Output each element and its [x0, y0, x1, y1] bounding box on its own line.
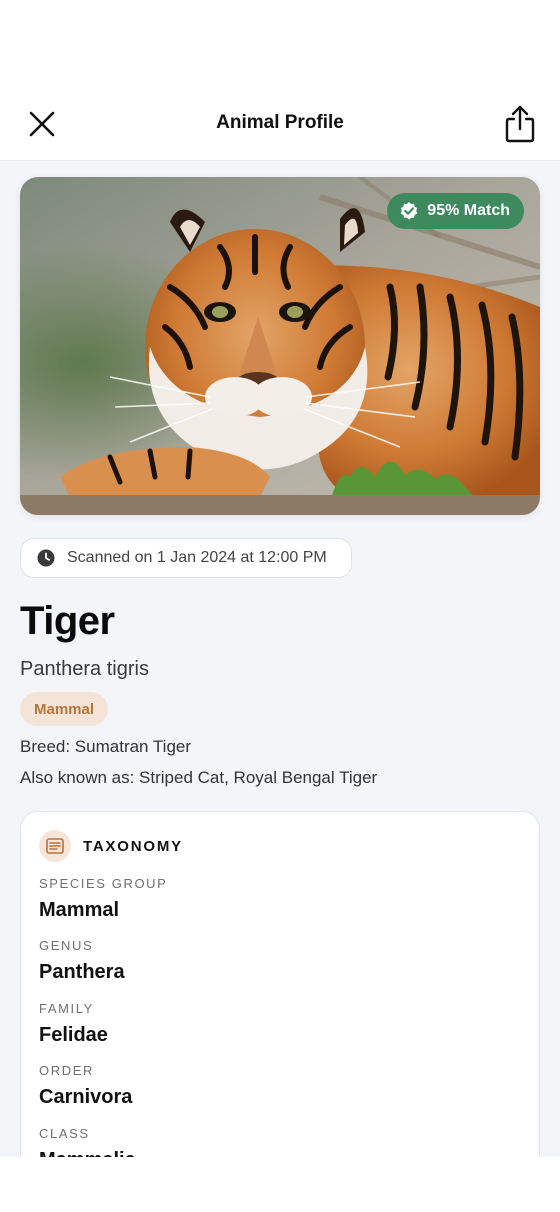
clock-icon — [37, 549, 55, 567]
taxonomy-label: FAMILY — [39, 1001, 94, 1016]
scientific-name: Panthera tigris — [20, 658, 149, 680]
taxonomy-value: Mammal — [39, 899, 120, 921]
taxonomy-card: TAXONOMY SPECIES GROUP Mammal GENUS Pant… — [20, 811, 540, 1157]
taxonomy-value: Panthera — [39, 961, 125, 983]
scan-timestamp: Scanned on 1 Jan 2024 at 12:00 PM — [20, 538, 352, 578]
page-title: Animal Profile — [216, 112, 344, 133]
match-text: 95% Match — [427, 202, 510, 219]
taxonomy-header: TAXONOMY — [39, 830, 183, 862]
share-button[interactable] — [500, 102, 540, 146]
taxonomy-label: GENUS — [39, 938, 94, 953]
also-known-as-text: Also known as: Striped Cat, Royal Bengal… — [20, 768, 378, 787]
taxonomy-value: Mammalia — [39, 1149, 136, 1157]
taxonomy-row-family: FAMILY Felidae — [39, 1001, 108, 1047]
taxonomy-row-order: ORDER Carnivora — [39, 1063, 132, 1109]
document-list-icon — [39, 830, 71, 862]
profile-content[interactable]: 95% Match Scanned on 1 Jan 2024 at 12:00… — [0, 161, 560, 1157]
taxonomy-label: SPECIES GROUP — [39, 876, 168, 891]
taxonomy-title: TAXONOMY — [83, 837, 183, 855]
match-badge: 95% Match — [387, 193, 524, 229]
taxonomy-row-class: CLASS Mammalia — [39, 1126, 136, 1157]
class-chip: Mammal — [20, 692, 109, 726]
share-icon — [505, 105, 535, 143]
animal-profile-screen: Animal Profile 95% Match Scanned on 1 Ja… — [0, 0, 560, 1212]
animal-name: Tiger — [20, 599, 115, 643]
taxonomy-row-species-group: SPECIES GROUP Mammal — [39, 876, 167, 922]
scan-text: Scanned on 1 Jan 2024 at 12:00 PM — [67, 549, 327, 566]
taxonomy-value: Felidae — [39, 1024, 108, 1046]
bottom-safe-area — [0, 1157, 560, 1212]
taxonomy-label: CLASS — [39, 1126, 90, 1141]
top-bar: Animal Profile — [0, 0, 560, 161]
breed-text: Breed: Sumatran Tiger — [20, 737, 192, 756]
taxonomy-value: Carnivora — [39, 1086, 133, 1108]
verified-check-icon — [401, 202, 418, 220]
animal-photo: 95% Match — [20, 177, 540, 515]
taxonomy-label: ORDER — [39, 1063, 94, 1078]
taxonomy-row-genus: GENUS Panthera — [39, 938, 125, 984]
